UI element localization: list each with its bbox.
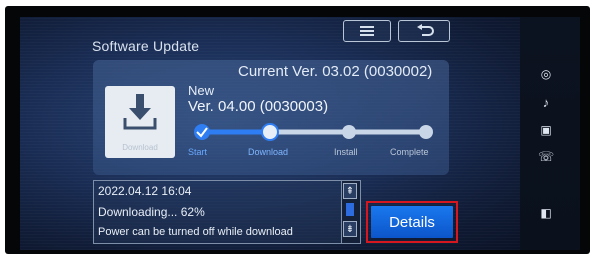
scroll-down-button[interactable]: ⇟ xyxy=(343,221,357,237)
step-complete-dot xyxy=(419,125,433,139)
scroll-thumb[interactable] xyxy=(346,203,354,216)
step-start-dot xyxy=(194,124,210,140)
step-install-dot xyxy=(342,125,356,139)
details-button[interactable]: Details xyxy=(371,206,453,238)
current-version: Current Ver. 03.02 (0030002) xyxy=(238,63,433,80)
log-date: 2022.04.12 16:04 xyxy=(98,184,192,198)
log-note: Power can be turned off while download xyxy=(98,226,293,238)
progress-track xyxy=(194,123,433,141)
scroll-up-button[interactable]: ⇞ xyxy=(343,183,357,199)
photo-icon[interactable]: ▣ xyxy=(538,123,554,137)
step-label-download: Download xyxy=(248,147,289,157)
phone-icon[interactable]: ☏ xyxy=(538,149,554,165)
page-title: Software Update xyxy=(92,38,200,54)
music-icon[interactable]: ♪ xyxy=(538,95,554,110)
back-button[interactable] xyxy=(398,20,450,42)
new-version: Ver. 04.00 (0030003) xyxy=(188,98,329,115)
photo-frame: Software Update Current Ver. 03.02 (0030… xyxy=(0,0,600,262)
download-caption: Download xyxy=(122,143,158,152)
chevron-down-icon: ⇟ xyxy=(345,223,355,235)
back-icon xyxy=(417,24,434,36)
step-label-install: Install xyxy=(334,147,358,157)
chevron-up-icon: ⇞ xyxy=(345,185,355,197)
step-label-complete: Complete xyxy=(390,147,429,157)
download-arrow-icon xyxy=(123,94,157,130)
navigation-icon[interactable]: ◎ xyxy=(538,67,554,81)
screen-icon[interactable]: ◧ xyxy=(538,206,554,220)
menu-button[interactable] xyxy=(343,20,391,42)
menu-icon xyxy=(360,24,374,38)
step-download-dot xyxy=(261,123,279,141)
log-progress: Downloading... 62% xyxy=(98,205,205,219)
step-label-start: Start xyxy=(188,147,208,157)
new-label: New xyxy=(188,83,215,98)
